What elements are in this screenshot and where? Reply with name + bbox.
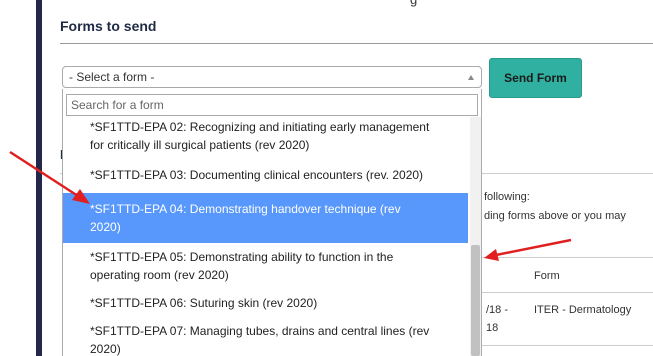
- option-text-line2: 2020): [90, 220, 121, 234]
- scrollbar-thumb[interactable]: [471, 245, 480, 356]
- form-select-value: - Select a form -: [69, 70, 155, 84]
- form-select[interactable]: - Select a form -: [62, 66, 482, 88]
- instructions-text-1: following:: [484, 191, 530, 203]
- dropdown-option[interactable]: *SF1TTD-EPA 07: Managing tubes, drains a…: [63, 322, 468, 356]
- dropdown-option-highlighted[interactable]: *SF1TTD-EPA 04: Demonstrating handover t…: [63, 193, 468, 243]
- dropdown-option[interactable]: *SF1TTD-EPA 06: Suturing skin (rev 2020): [63, 294, 468, 312]
- option-text-line2: operating room (rev 2020): [90, 268, 229, 282]
- form-search-input[interactable]: [66, 94, 478, 116]
- send-form-button[interactable]: Send Form: [489, 58, 582, 98]
- dropdown-option[interactable]: *SF1TTD-EPA 02: Recognizing and initiati…: [63, 118, 468, 154]
- dropdown-option[interactable]: *SF1TTD-EPA 05: Demonstrating ability to…: [63, 248, 468, 284]
- table-cell-date-1: /18 -: [486, 304, 509, 316]
- instructions-text-2: ding forms above or you may: [484, 210, 626, 222]
- table-header-bottom-rule: [482, 292, 653, 293]
- option-text-line1: *SF1TTD-EPA 02: Recognizing and initiati…: [90, 120, 430, 134]
- table-header-top-rule: [482, 257, 653, 258]
- option-text-line2: for critically ill surgical patients (re…: [90, 138, 310, 152]
- page-title: Forms to send: [60, 18, 157, 34]
- form-dropdown: *SF1TTD-EPA 02: Recognizing and initiati…: [62, 89, 482, 356]
- title-divider: [60, 43, 653, 44]
- column-header-form: Form: [534, 270, 560, 282]
- option-text-line1: *SF1TTD-EPA 04: Demonstrating handover t…: [90, 202, 401, 216]
- option-text-line1: *SF1TTD-EPA 05: Demonstrating ability to…: [90, 250, 394, 264]
- table-cell-date-2: 18: [486, 322, 499, 334]
- table-row-divider: [482, 345, 653, 346]
- dropdown-option[interactable]: *SF1TTD-EPA 03: Documenting clinical enc…: [63, 166, 468, 184]
- clipped-heading-text: g: [410, 0, 417, 7]
- option-text-line2: 2020): [90, 342, 121, 356]
- option-text-line1: *SF1TTD-EPA 06: Suturing skin (rev 2020): [90, 296, 318, 310]
- option-text-line1: *SF1TTD-EPA 07: Managing tubes, drains a…: [90, 324, 430, 338]
- form-options-list: *SF1TTD-EPA 02: Recognizing and initiati…: [63, 117, 468, 356]
- option-text-line1: *SF1TTD-EPA 03: Documenting clinical enc…: [90, 168, 424, 182]
- left-accent-bar: [36, 0, 42, 356]
- dropdown-scrollbar[interactable]: [470, 117, 481, 356]
- table-cell-form[interactable]: ITER - Dermatology: [534, 304, 631, 316]
- caret-up-icon[interactable]: [468, 75, 474, 80]
